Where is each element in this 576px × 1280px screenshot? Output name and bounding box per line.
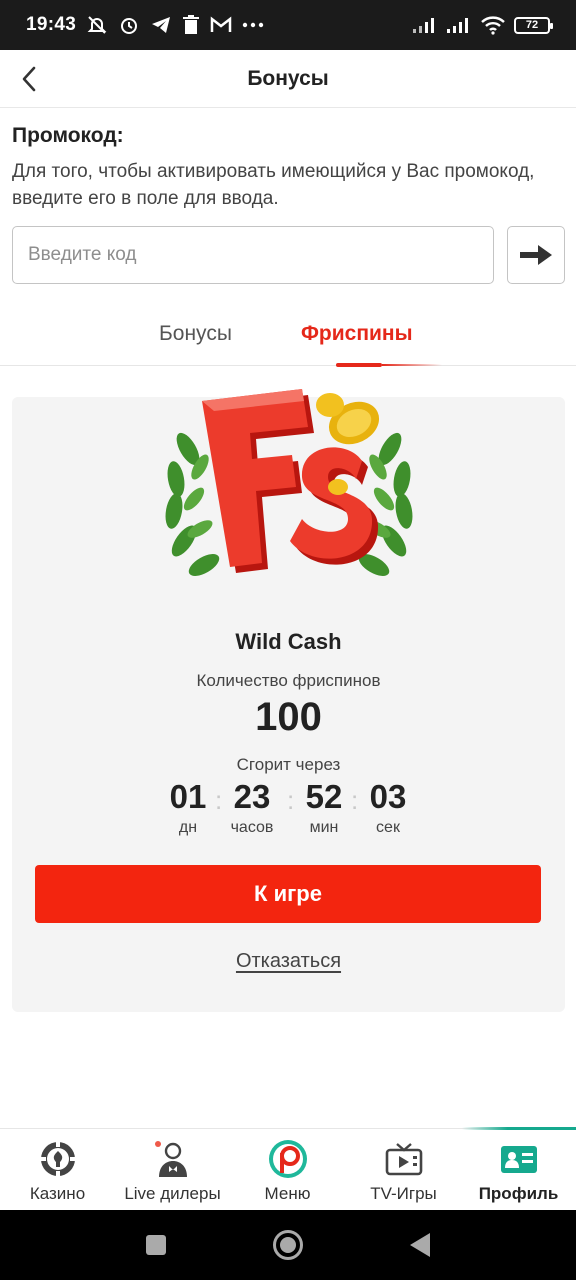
gmail-icon (210, 16, 232, 32)
recent-apps-button[interactable] (121, 1210, 191, 1280)
page-title: Бонусы (247, 66, 329, 90)
freespin-card: Wild Cash Количество фриспинов 100 Сгори… (12, 389, 565, 1012)
circle-home-icon (273, 1230, 303, 1260)
battery-icon: 72 (514, 16, 553, 34)
nav-item-casino[interactable]: Казино (0, 1129, 115, 1211)
promo-submit-button[interactable] (507, 226, 565, 284)
profile-card-icon (499, 1139, 539, 1179)
battery-level: 72 (525, 19, 539, 31)
tv-icon (384, 1139, 424, 1179)
active-tab-indicator-fade (382, 364, 442, 366)
nav-item-live-dealers[interactable]: Live дилеры (115, 1129, 230, 1211)
system-navigation-bar (0, 1210, 576, 1280)
arrow-right-icon (520, 245, 552, 265)
more-icon (242, 22, 264, 28)
live-indicator-dot (154, 1141, 161, 1147)
timer-days-label: дн (178, 819, 198, 836)
casino-chip-icon (38, 1139, 78, 1179)
promo-code-input[interactable] (12, 226, 494, 284)
timer-minutes-value: 52 (305, 778, 343, 815)
game-name: Wild Cash (235, 629, 342, 654)
timer-minutes-label: мин (309, 819, 339, 836)
timer-hours-value: 23 (233, 778, 271, 815)
nav-label-tv-games: TV-Игры (370, 1184, 437, 1203)
tab-bonuses[interactable]: Бонусы (159, 322, 232, 346)
timer-days-value: 01 (169, 778, 207, 815)
home-button[interactable] (253, 1210, 323, 1280)
status-time: 19:43 (26, 14, 77, 35)
decline-link[interactable]: Отказаться (236, 950, 341, 972)
timer-seconds-value: 03 (369, 778, 407, 815)
freespin-count-label: Количество фриспинов (196, 671, 381, 690)
nav-item-menu[interactable]: Меню (230, 1129, 345, 1211)
nav-label-menu: Меню (264, 1184, 311, 1203)
nav-label-live-dealers: Live дилеры (124, 1184, 221, 1203)
promo-title: Промокод: (12, 124, 124, 147)
signal-icon (413, 18, 434, 33)
decline-container: Отказаться (12, 950, 565, 973)
menu-logo-icon (268, 1139, 308, 1179)
signal-icon (447, 18, 468, 33)
status-bar: 19:43 72 (0, 0, 576, 50)
chevron-left-icon (22, 66, 36, 92)
play-game-button[interactable]: К игре (35, 865, 541, 923)
back-system-button[interactable] (385, 1210, 455, 1280)
s-letter-icon (290, 447, 379, 565)
nav-item-tv-games[interactable]: TV-Игры (346, 1129, 461, 1211)
page-header: Бонусы (0, 50, 576, 108)
live-dealer-icon (153, 1139, 193, 1179)
wifi-icon (481, 16, 505, 35)
freespins-logo (165, 389, 413, 576)
back-button[interactable] (14, 64, 44, 94)
nav-label-profile: Профиль (478, 1184, 559, 1203)
status-system-icons: 72 (412, 15, 553, 35)
triangle-back-icon (410, 1233, 430, 1257)
timer-seconds-label: сек (376, 819, 400, 836)
timer-minutes: 52 мин (294, 777, 354, 837)
expire-label: Сгорит через (236, 755, 341, 774)
mute-bell-icon (87, 16, 107, 34)
timer-hours-label: часов (230, 819, 274, 836)
status-notification-icons (86, 14, 264, 36)
nav-label-casino: Казино (29, 1184, 86, 1203)
freespin-count: 100 (255, 695, 322, 739)
trash-icon (183, 15, 200, 34)
timer-seconds: 03 сек (358, 777, 418, 837)
alarm-icon (121, 18, 138, 34)
bonus-tabs: Бонусы Фриспины (0, 306, 576, 367)
square-icon (146, 1235, 166, 1255)
active-tab-indicator (336, 363, 382, 367)
tab-freespins[interactable]: Фриспины (301, 322, 413, 346)
timer-hours: 23 часов (222, 777, 282, 837)
countdown-timer: 01 дн : 23 часов : 52 мин : 03 сек (12, 777, 565, 841)
promo-description: Для того, чтобы активировать имеющийся у… (12, 161, 535, 209)
telegram-icon (152, 17, 171, 33)
nav-item-profile[interactable]: Профиль (461, 1129, 576, 1211)
timer-days: 01 дн (158, 777, 218, 837)
bottom-navigation: Казино Live дилеры Меню TV-Игры Профиль (0, 1127, 576, 1211)
